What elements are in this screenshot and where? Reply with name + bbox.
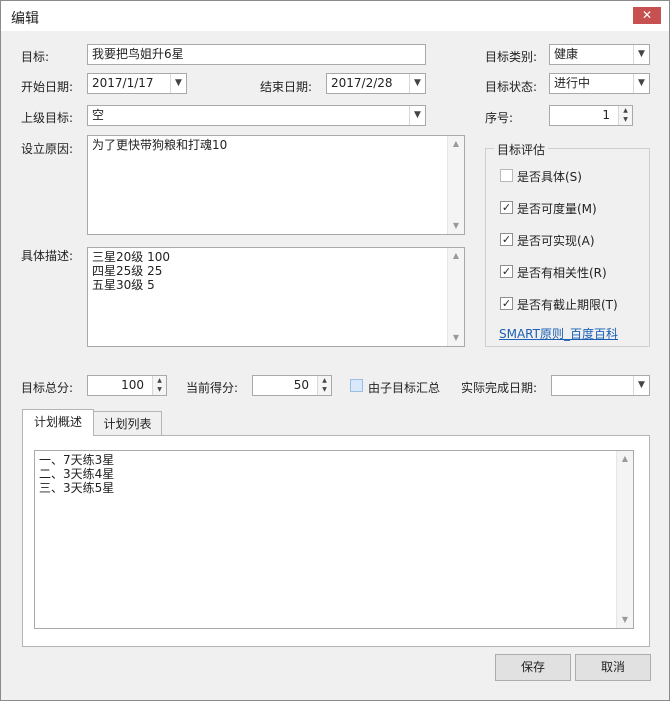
category-label: 目标类别:: [485, 50, 538, 64]
end-date-value: 2017/2/28: [331, 76, 393, 90]
reason-text: 为了更快带狗粮和打魂10: [92, 138, 228, 152]
plan-line: 二、3天练4星: [39, 467, 115, 481]
reason-label: 设立原因:: [21, 142, 74, 156]
total-score-label: 目标总分:: [21, 381, 74, 395]
tab-panel: 一、7天练3星 二、3天练4星 三、3天练5星 ▲ ▼: [22, 435, 650, 647]
chevron-down-icon[interactable]: ▼: [170, 74, 186, 93]
description-label: 具体描述:: [21, 249, 74, 263]
spin-up-icon[interactable]: ▲: [318, 376, 331, 385]
edit-dialog: 编辑 ✕ 目标: 我要把鸟姐升6星 目标类别: 健康 ▼ 开始日期: 2017/…: [0, 0, 670, 701]
start-date-label: 开始日期:: [21, 80, 74, 94]
check-icon: ✓: [501, 233, 512, 246]
goal-label: 目标:: [21, 50, 50, 64]
total-score-stepper[interactable]: 100 ▲ ▼: [87, 375, 167, 396]
current-score-stepper[interactable]: 50 ▲ ▼: [252, 375, 332, 396]
smart-link[interactable]: SMART原则_百度百科: [499, 325, 618, 342]
current-score-value: 50: [293, 378, 309, 392]
start-date-picker[interactable]: 2017/1/17 ▼: [87, 73, 187, 94]
spin-up-icon[interactable]: ▲: [153, 376, 166, 385]
evaluation-title: 目标评估: [494, 141, 549, 158]
goal-input[interactable]: 我要把鸟姐升6星: [87, 44, 426, 65]
check-icon: ✓: [501, 297, 512, 310]
scroll-up-icon[interactable]: ▲: [617, 451, 633, 467]
close-button[interactable]: ✕: [633, 7, 661, 24]
specific-label[interactable]: 是否具体(S): [517, 168, 582, 185]
spin-down-icon[interactable]: ▼: [153, 385, 166, 394]
tab-label: 计划列表: [103, 417, 152, 431]
cancel-button[interactable]: 取消: [575, 654, 651, 681]
aggregate-label[interactable]: 由子目标汇总: [368, 379, 440, 396]
aggregate-checkbox[interactable]: [350, 379, 363, 392]
window-title: 编辑: [11, 11, 39, 27]
title-bar: 编辑 ✕: [1, 1, 669, 31]
plan-line: 一、7天练3星: [39, 453, 115, 467]
spin-up-icon[interactable]: ▲: [619, 106, 632, 115]
chevron-down-icon[interactable]: ▼: [633, 376, 649, 395]
status-label: 目标状态:: [485, 80, 538, 94]
description-line: 四星25级 25: [92, 264, 163, 278]
scroll-up-icon[interactable]: ▲: [448, 136, 464, 152]
total-score-value: 100: [121, 378, 144, 392]
parent-goal-label: 上级目标:: [21, 111, 74, 125]
chevron-down-icon[interactable]: ▼: [409, 106, 425, 125]
description-scrollbar[interactable]: ▲ ▼: [447, 248, 464, 346]
current-spin-buttons[interactable]: ▲ ▼: [317, 376, 331, 395]
total-spin-buttons[interactable]: ▲ ▼: [152, 376, 166, 395]
plan-line: 三、3天练5星: [39, 481, 115, 495]
status-select[interactable]: 进行中 ▼: [549, 73, 650, 94]
description-line: 五星30级 5: [92, 278, 155, 292]
chevron-down-icon[interactable]: ▼: [633, 74, 649, 93]
spin-down-icon[interactable]: ▼: [619, 115, 632, 124]
spin-down-icon[interactable]: ▼: [318, 385, 331, 394]
reason-scrollbar[interactable]: ▲ ▼: [447, 136, 464, 234]
tab-plan-overview[interactable]: 计划概述: [22, 409, 94, 436]
end-date-label: 结束日期:: [260, 80, 313, 94]
measurable-checkbox[interactable]: ✓: [500, 201, 513, 214]
parent-goal-select[interactable]: 空 ▼: [87, 105, 426, 126]
deadline-label[interactable]: 是否有截止期限(T): [517, 296, 618, 313]
finish-date-picker[interactable]: ▼: [551, 375, 650, 396]
end-date-picker[interactable]: 2017/2/28 ▼: [326, 73, 426, 94]
deadline-checkbox[interactable]: ✓: [500, 297, 513, 310]
category-value: 健康: [554, 47, 579, 61]
chevron-down-icon[interactable]: ▼: [409, 74, 425, 93]
save-button[interactable]: 保存: [495, 654, 571, 681]
scroll-up-icon[interactable]: ▲: [448, 248, 464, 264]
tab-label: 计划概述: [33, 415, 82, 429]
reason-textarea[interactable]: 为了更快带狗粮和打魂10 ▲ ▼: [87, 135, 465, 235]
plan-overview-textarea[interactable]: 一、7天练3星 二、3天练4星 三、3天练5星 ▲ ▼: [34, 450, 634, 629]
scroll-down-icon[interactable]: ▼: [448, 330, 464, 346]
order-value: 1: [602, 108, 610, 122]
order-spin-buttons[interactable]: ▲ ▼: [618, 106, 632, 125]
tab-plan-list[interactable]: 计划列表: [93, 411, 162, 436]
scroll-down-icon[interactable]: ▼: [617, 612, 633, 628]
order-stepper[interactable]: 1 ▲ ▼: [549, 105, 633, 126]
relevant-checkbox[interactable]: ✓: [500, 265, 513, 278]
category-select[interactable]: 健康 ▼: [549, 44, 650, 65]
chevron-down-icon[interactable]: ▼: [633, 45, 649, 64]
status-value: 进行中: [554, 76, 591, 90]
description-line: 三星20级 100: [92, 250, 170, 264]
evaluation-group: 目标评估 是否具体(S) ✓ 是否可度量(M) ✓ 是否可实现(A) ✓ 是否有…: [485, 141, 650, 347]
parent-goal-value: 空: [92, 108, 105, 122]
plan-scrollbar[interactable]: ▲ ▼: [616, 451, 633, 628]
check-icon: ✓: [501, 201, 512, 214]
scroll-down-icon[interactable]: ▼: [448, 218, 464, 234]
order-label: 序号:: [485, 111, 514, 125]
specific-checkbox[interactable]: [500, 169, 513, 182]
measurable-label[interactable]: 是否可度量(M): [517, 200, 597, 217]
description-textarea[interactable]: 三星20级 100 四星25级 25 五星30级 5 ▲ ▼: [87, 247, 465, 347]
check-icon: ✓: [501, 265, 512, 278]
finish-date-label: 实际完成日期:: [461, 381, 538, 395]
close-icon: ✕: [641, 8, 653, 22]
achievable-label[interactable]: 是否可实现(A): [517, 232, 595, 249]
start-date-value: 2017/1/17: [92, 76, 154, 90]
relevant-label[interactable]: 是否有相关性(R): [517, 264, 607, 281]
current-score-label: 当前得分:: [186, 381, 239, 395]
achievable-checkbox[interactable]: ✓: [500, 233, 513, 246]
